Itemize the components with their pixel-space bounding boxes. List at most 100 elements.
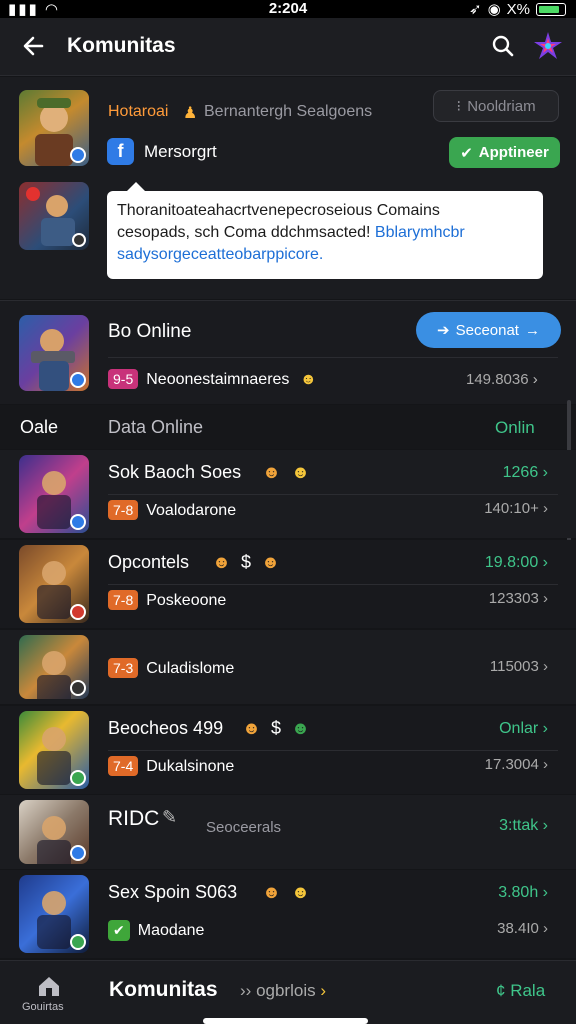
emoji-icons: ☻ $ ☻ (242, 718, 320, 739)
chevron-right-icon: › (532, 371, 538, 388)
game-top-value[interactable]: 3.80h › (498, 884, 548, 902)
game-title: RIDC (108, 807, 160, 830)
game-bottom-value[interactable]: 17.3004 › (485, 756, 548, 773)
game-top-value[interactable]: 19.8:00 › (485, 554, 548, 572)
status-badge-icon (70, 604, 86, 620)
game-thumbnail[interactable] (19, 455, 89, 533)
verified-badge-icon (70, 372, 86, 388)
game-sub-row: 7-8 Poskeoone (108, 590, 226, 610)
game-sub-label: Voalodarone (146, 502, 237, 519)
online-action-button[interactable]: ➔ Seceonat → (416, 312, 561, 348)
online-game-avatar[interactable] (19, 315, 89, 391)
game-row[interactable]: RIDC ✎ Seoceerals 3:ttak › (0, 795, 576, 869)
tooltip-link[interactable]: Bblarymhcbr (375, 224, 465, 241)
info-tooltip: Thoranitoateahacrtvenepecroseious Comain… (107, 182, 543, 279)
game-thumbnail[interactable] (19, 635, 89, 699)
game-thumbnail[interactable] (19, 875, 89, 953)
bottom-action[interactable]: ¢ Rala (496, 981, 545, 1001)
game-bottom-value[interactable]: 115003 › (490, 658, 548, 675)
game-subtitle: Bernantergh Sealgoens (204, 103, 373, 120)
game-bottom-value[interactable]: 38.4I0 › (497, 920, 548, 937)
secondary-avatar[interactable] (19, 182, 89, 250)
check-icon: ✔ (108, 920, 130, 941)
page-title: Komunitas (67, 34, 176, 57)
verified-badge-icon (70, 147, 86, 163)
game-row[interactable]: Sok Baoch Soes ☻ ☻ 7-8 Voalodarone 1266 › 140:… (0, 450, 576, 538)
game-sub-row: Seoceerals (206, 819, 281, 836)
sync-icon: ◉ (487, 1, 501, 18)
location-icon: ➶ (468, 1, 482, 18)
emoji-icon: ☻ (290, 718, 310, 738)
online-block: Bo Online ➔ Seceonat → 9-5 Neoonestaimnae… (0, 300, 576, 404)
game-top-value[interactable]: 1266 › (503, 464, 548, 482)
game-bottom-value[interactable]: 123303 › (489, 590, 548, 607)
emoji-icon: ☻ (242, 718, 261, 738)
battery-icon (536, 2, 566, 16)
messenger-icon: f (107, 138, 134, 165)
section-right-label[interactable]: Onlin (495, 418, 535, 438)
brand-logo-icon[interactable] (532, 30, 564, 62)
bottom-subtitle[interactable]: ›› ogbrlois › (240, 981, 326, 1001)
emoji-icons: ☻ ☻ (262, 462, 320, 483)
game-avatar[interactable] (19, 90, 89, 166)
status-bar: ▮▮▮ ◠ 2:204 ➶ ◉ X% (0, 0, 576, 18)
game-top-value[interactable]: Onlar › (499, 720, 548, 738)
emoji-icon: ☻ (212, 552, 231, 572)
divider (108, 584, 558, 585)
battery-percent: X% (506, 0, 530, 18)
tooltip-line-3[interactable]: sadysorgeceatteobarppicore. (117, 244, 533, 266)
back-arrow-icon[interactable] (20, 32, 48, 60)
game-title: Sok Baoch Soes (108, 462, 242, 482)
game-top-value[interactable]: 3:ttak › (499, 817, 548, 835)
emoji-icon: ☻ (260, 552, 280, 572)
emoji-icon: ☻ (262, 882, 281, 902)
tag-icon: ✎ (162, 807, 178, 827)
online-title: Bo Online (108, 321, 192, 342)
tooltip-line-1: Thoranitoateahacrtvenepecroseious Comain… (117, 202, 440, 219)
game-sub-label: Poskeoone (146, 592, 227, 609)
game-sub-row: 7-8 Voalodarone (108, 500, 236, 520)
game-tag: 7-3 (108, 658, 139, 678)
app-bar: Komunitas (0, 18, 576, 76)
game-bottom-value[interactable]: 140:10+ › (484, 500, 548, 517)
messenger-label[interactable]: Mersorgrt (144, 142, 217, 162)
game-thumbnail[interactable] (19, 800, 89, 864)
game-sub-label: Seoceerals (206, 819, 282, 836)
game-row[interactable]: Sex Spoin S063 ☻ ☻ ✔ Maodane 3.80h › 38.4I0 › (0, 870, 576, 958)
game-row[interactable]: 7-3 Culadislome 115003 › (0, 630, 576, 704)
game-title: Opcontels (108, 552, 190, 572)
game-sub-label: Maodane (137, 922, 205, 939)
double-chevron-icon: ›› (240, 981, 252, 1000)
status-badge-icon (70, 934, 86, 950)
search-icon[interactable] (491, 34, 515, 58)
game-sub-row: ✔ Maodane (108, 920, 204, 941)
emoji-icons: ☻ $ ☻ (212, 552, 290, 573)
game-sub-row: 7-4 Dukalsinone (108, 756, 234, 776)
send-arrow-icon: ➔ (437, 322, 450, 339)
status-right: ➶ ◉ X% (469, 0, 566, 18)
currency-icon: ¢ (496, 981, 506, 1000)
home-icon[interactable] (36, 975, 62, 1002)
status-badge-icon (70, 680, 86, 696)
divider (108, 494, 558, 495)
game-thumbnail[interactable] (19, 545, 89, 623)
game-title: Sex Spoin S063 (108, 882, 238, 902)
game-row[interactable]: Beocheos 499 ☻ $ ☻ 7-4 Dukalsinone Onlar › 17.3… (0, 706, 576, 794)
game-thumbnail[interactable] (19, 711, 89, 789)
online-sub-label: Neoonestaimnaeres (146, 371, 290, 388)
home-label[interactable]: Gouirtas (22, 1001, 64, 1013)
apply-button[interactable]: ✔ Apptineer (449, 137, 560, 168)
tooltip-line-2: cesopads, sch Coma ddchmsacted! Bblarymh… (117, 224, 465, 241)
game-tag: 7-4 (108, 756, 139, 776)
bell-icon: ⁝ (456, 98, 462, 115)
check-icon: ✔ (460, 144, 473, 162)
chevron-right-icon: › (320, 981, 327, 1000)
section-left-label: Oale (20, 417, 59, 437)
notification-button[interactable]: ⁝ Nooldriam (433, 90, 559, 122)
status-badge-icon (70, 514, 86, 530)
bottom-bar: Gouirtas Komunitas ›› ogbrlois › ¢ Rala (0, 960, 576, 1024)
online-sub-row: 9-5 Neoonestaimnaeres ☻ (108, 369, 317, 389)
online-value[interactable]: 149.8036 › (466, 371, 538, 388)
game-row[interactable]: Opcontels ☻ $ ☻ 7-8 Poskeoone 19.8:00 › 123303 … (0, 540, 576, 628)
game-sub-row: 7-3 Culadislome (108, 658, 234, 678)
